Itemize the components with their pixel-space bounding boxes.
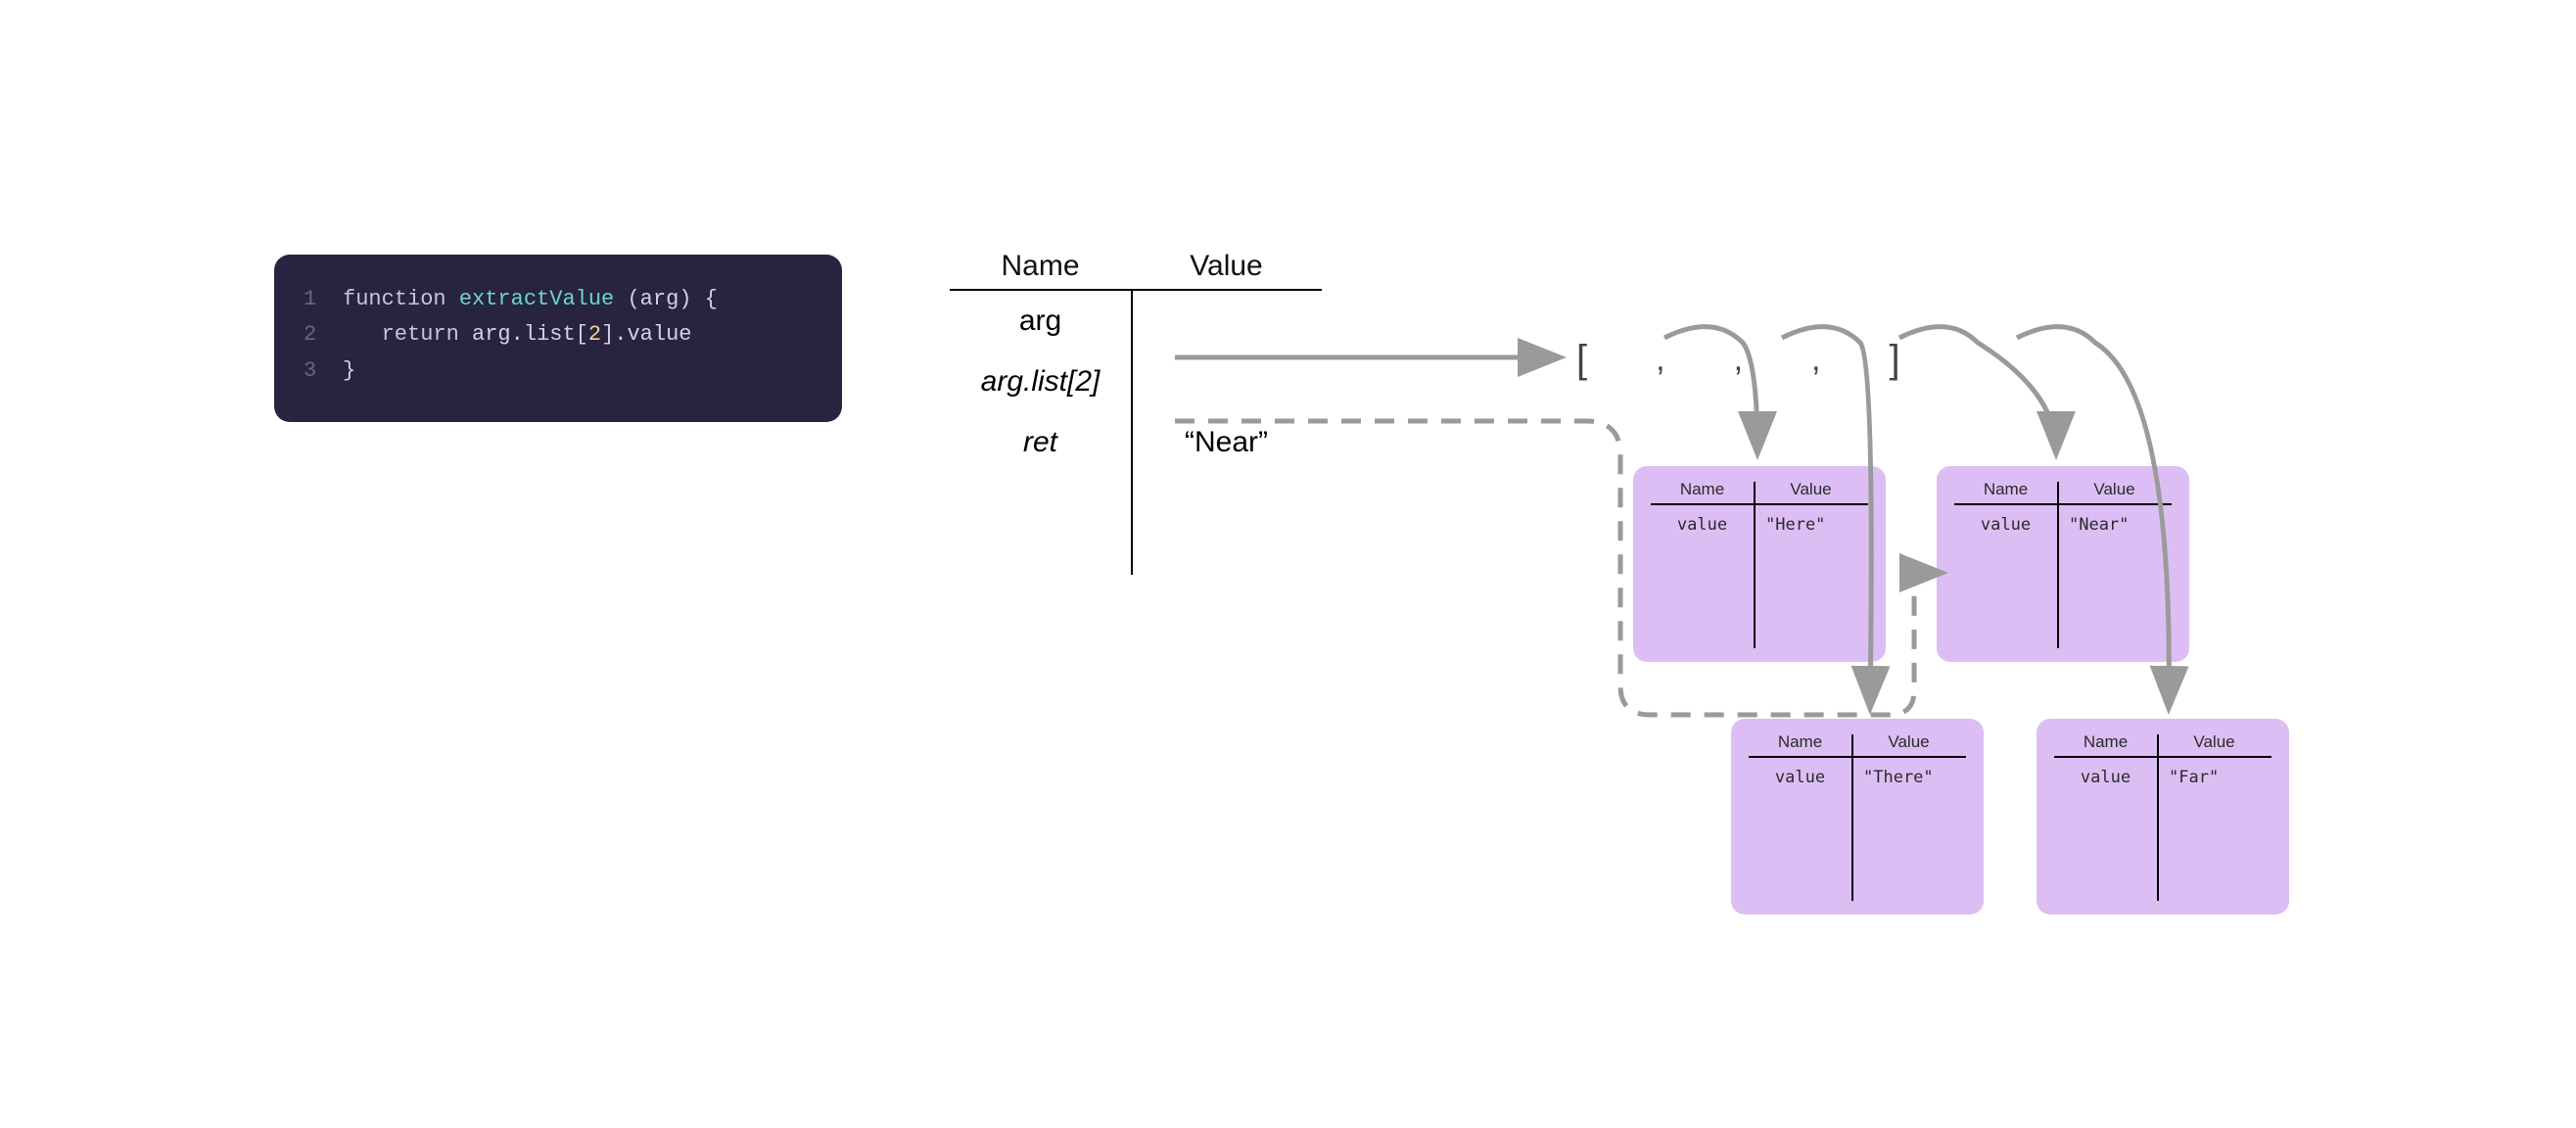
line-number: 3 [304, 353, 343, 389]
paren-open: ( [627, 287, 639, 311]
frame-name: arg [950, 305, 1131, 338]
line-number: 1 [304, 282, 343, 317]
obj-col-value: Value [2157, 732, 2272, 752]
code-line-1: 1 function extractValue (arg) { [304, 282, 813, 317]
obj-col-name: Name [2054, 732, 2157, 752]
line-number: 2 [304, 317, 343, 352]
obj-col-value: Value [2057, 480, 2172, 499]
code-line-2: 2 return arg.list[2].value [304, 317, 813, 352]
obj-key: value [1954, 515, 2057, 535]
obj-col-name: Name [1954, 480, 2057, 499]
brace-close: } [343, 353, 355, 389]
obj-row: value "There" [1749, 758, 1966, 797]
expr-arg: arg [472, 322, 511, 347]
obj-col-name: Name [1651, 480, 1754, 499]
obj-col-value: Value [1754, 480, 1868, 499]
frame-row-arglist2: arg.list[2] [950, 352, 1322, 412]
obj-col-name: Name [1749, 732, 1851, 752]
keyword-function: function [343, 287, 446, 311]
col-header-value: Value [1131, 250, 1322, 283]
expr-index: 2 [588, 322, 601, 347]
object-card-near: Name Value value "Near" [1937, 466, 2189, 662]
object-card-there: Name Value value "There" [1731, 719, 1984, 915]
bracket-close: ] [1889, 338, 1899, 382]
function-name: extractValue [459, 287, 614, 311]
brace-open: { [705, 287, 718, 311]
expr-list: list [524, 322, 576, 347]
obj-key: value [1749, 768, 1851, 787]
obj-key: value [2054, 768, 2157, 787]
array-literal: [ , , , ] [1576, 338, 1900, 382]
frame-row-arg: arg [950, 291, 1322, 352]
obj-row: value "Far" [2054, 758, 2272, 797]
obj-value: "There" [1851, 768, 1966, 787]
obj-value: "Far" [2157, 768, 2272, 787]
keyword-return: return [382, 322, 459, 347]
frame-name: ret [950, 426, 1131, 459]
frame-row-ret: ret “Near” [950, 412, 1322, 473]
object-card-here: Name Value value "Here" [1633, 466, 1886, 662]
code-line-3: 3 } [304, 353, 813, 389]
paren-close: ) [679, 287, 691, 311]
frame-value: “Near” [1131, 426, 1322, 459]
obj-col-value: Value [1851, 732, 1966, 752]
expr-value: value [627, 322, 691, 347]
array-sep: , [1656, 341, 1664, 379]
stack-frame-table: Name Value arg arg.list[2] ret “Near” [950, 250, 1322, 575]
frame-name: arg.list[2] [950, 365, 1131, 399]
obj-value: "Here" [1754, 515, 1868, 535]
arrow-slot2-to-near [1899, 327, 2056, 450]
code-block: 1 function extractValue (arg) { 2 return… [274, 255, 842, 422]
array-sep: , [1734, 341, 1743, 379]
obj-row: value "Here" [1651, 505, 1868, 544]
bracket-open: [ [1576, 338, 1587, 382]
col-header-name: Name [950, 250, 1131, 283]
obj-row: value "Near" [1954, 505, 2172, 544]
param-arg: arg [640, 287, 679, 311]
object-card-far: Name Value value "Far" [2037, 719, 2289, 915]
obj-key: value [1651, 515, 1754, 535]
obj-value: "Near" [2057, 515, 2172, 535]
array-sep: , [1811, 341, 1820, 379]
